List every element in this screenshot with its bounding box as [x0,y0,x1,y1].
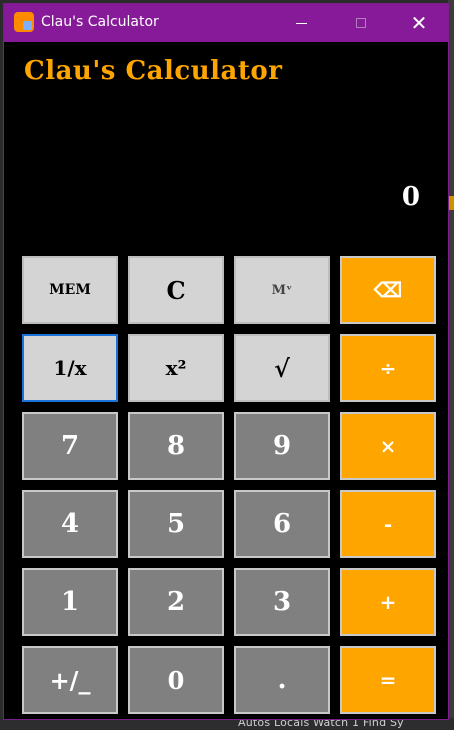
digit-2-button[interactable]: 2 [128,568,224,636]
background-accent-mark [449,196,454,210]
digit-5-button[interactable]: 5 [128,490,224,558]
backspace-icon: ⌫ [373,278,403,302]
decimal-button[interactable]: . [234,646,330,714]
digit-0-button[interactable]: 0 [128,646,224,714]
app-heading: Clau's Calculator [24,56,283,86]
digit-3-button[interactable]: 3 [234,568,330,636]
minimize-button[interactable] [278,4,324,42]
digit-4-button[interactable]: 4 [22,490,118,558]
result-display: 0 [401,182,420,212]
window-title: Clau's Calculator [41,14,159,30]
maximize-icon [356,18,366,28]
multiply-button[interactable]: × [340,412,436,480]
keypad: MEM C Mᵛ ⌫ 1/x x² √ ÷ 7 8 9 × 4 5 6 - 1 … [18,253,436,717]
add-button[interactable]: + [340,568,436,636]
calculator-window: Clau's Calculator ✕ Clau's Calculator 0 … [3,3,449,720]
title-bar[interactable]: Clau's Calculator ✕ [4,4,448,42]
negate-button[interactable]: +/_ [22,646,118,714]
divide-button[interactable]: ÷ [340,334,436,402]
digit-7-button[interactable]: 7 [22,412,118,480]
square-button[interactable]: x² [128,334,224,402]
equals-button[interactable]: = [340,646,436,714]
backspace-button[interactable]: ⌫ [340,256,436,324]
subtract-button[interactable]: - [340,490,436,558]
digit-1-button[interactable]: 1 [22,568,118,636]
memory-button[interactable]: MEM [22,256,118,324]
digit-9-button[interactable]: 9 [234,412,330,480]
memory-list-button[interactable]: Mᵛ [234,256,330,324]
square-root-button[interactable]: √ [234,334,330,402]
reciprocal-button[interactable]: 1/x [22,334,118,402]
clear-button[interactable]: C [128,256,224,324]
minimize-icon [295,22,307,24]
digit-8-button[interactable]: 8 [128,412,224,480]
maximize-button[interactable] [338,4,384,42]
digit-6-button[interactable]: 6 [234,490,330,558]
calculator-app-icon [14,12,34,32]
close-button[interactable]: ✕ [396,4,442,42]
